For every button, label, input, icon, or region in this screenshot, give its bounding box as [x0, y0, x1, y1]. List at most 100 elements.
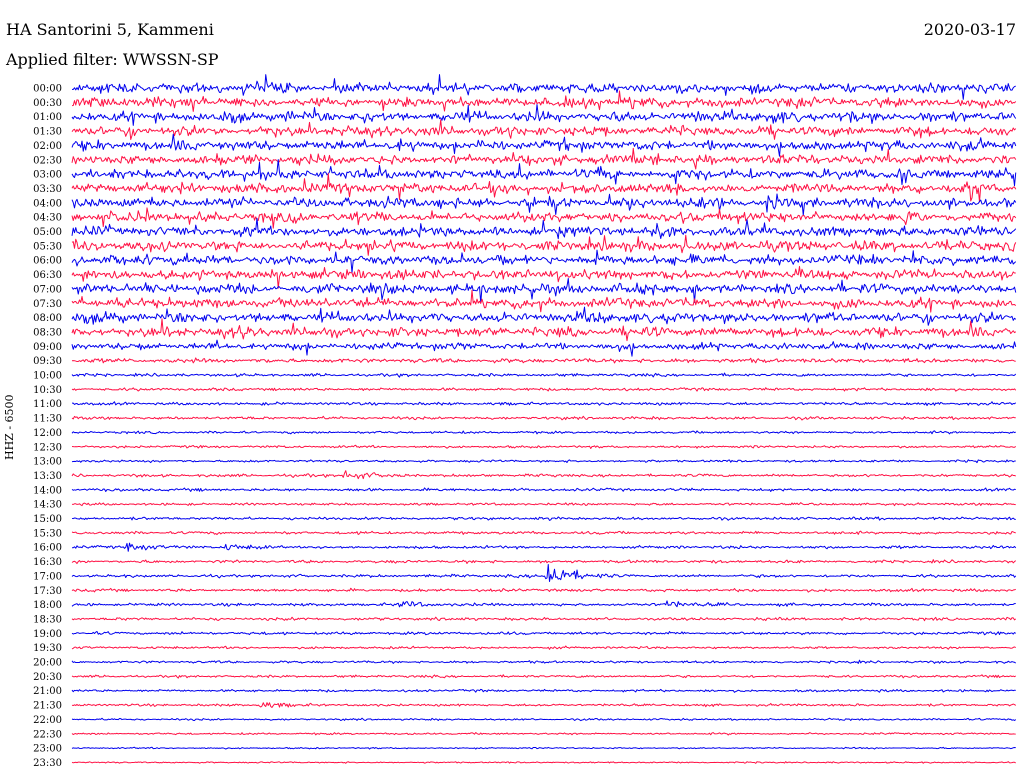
filter-label: Applied filter: WWSSN-SP: [6, 50, 219, 69]
trace-0130: [71, 119, 1017, 140]
trace-1730: [71, 587, 1016, 593]
trace-0530: [71, 234, 1017, 256]
trace-2300: [71, 746, 1016, 750]
time-label-1930: 19:30: [33, 643, 62, 654]
trace-1830: [71, 616, 1017, 622]
time-label-0700: 07:00: [33, 284, 62, 295]
time-label-1230: 12:30: [33, 442, 62, 453]
trace-0200: [71, 133, 1017, 157]
trace-0600: [71, 249, 1017, 274]
trace-1200: [71, 430, 1016, 435]
time-label-2100: 21:00: [33, 686, 62, 697]
time-label-0000: 00:00: [33, 84, 62, 95]
trace-0000: [71, 74, 1016, 100]
trace-2130: [71, 702, 1017, 708]
trace-1600: [71, 542, 1017, 552]
time-label-0300: 03:00: [33, 170, 62, 181]
time-label-2030: 20:30: [33, 672, 62, 683]
helicorder-plot: 00:00 00:30 01:00 01:30 02:00 02:30 03:00 03:30…: [33, 74, 1017, 769]
time-label-2230: 22:30: [33, 729, 62, 740]
trace-1430: [71, 502, 1016, 507]
trace-2100: [71, 688, 1016, 693]
time-labels-layer: 00:00 00:30 01:00 01:30 02:00 02:30 03:00 03:30…: [33, 84, 62, 769]
time-label-1430: 14:30: [33, 500, 62, 511]
trace-2000: [71, 659, 1017, 664]
time-label-2330: 23:30: [33, 758, 62, 769]
time-label-1100: 11:00: [33, 399, 62, 410]
time-label-1030: 10:30: [33, 385, 62, 396]
trace-0830: [71, 318, 1017, 342]
trace-0230: [71, 147, 1017, 170]
time-label-0100: 01:00: [33, 112, 62, 123]
time-label-0230: 02:30: [33, 155, 62, 166]
time-label-0330: 03:30: [33, 184, 62, 195]
trace-0030: [71, 90, 1017, 112]
time-label-2130: 21:30: [33, 701, 62, 712]
trace-0930: [71, 357, 1016, 364]
time-label-2300: 23:00: [33, 744, 62, 755]
time-label-0830: 08:30: [33, 327, 62, 338]
trace-1100: [71, 401, 1017, 407]
time-label-1900: 19:00: [33, 629, 62, 640]
channel-label: HHZ - 6500: [3, 394, 16, 460]
time-label-1400: 14:00: [33, 485, 62, 496]
trace-1130: [71, 415, 1016, 421]
time-label-1500: 15:00: [33, 514, 62, 525]
time-label-0500: 05:00: [33, 227, 62, 238]
trace-2200: [71, 717, 1017, 722]
trace-1230: [71, 444, 1017, 449]
time-label-1330: 13:30: [33, 471, 62, 482]
time-label-0730: 07:30: [33, 299, 62, 310]
time-label-0200: 02:00: [33, 141, 62, 152]
trace-2230: [71, 732, 1016, 736]
time-label-0930: 09:30: [33, 356, 62, 367]
trace-2030: [71, 674, 1016, 679]
time-label-0800: 08:00: [33, 313, 62, 324]
trace-1700: [71, 563, 1017, 582]
trace-0900: [71, 339, 1017, 357]
trace-1300: [71, 459, 1016, 464]
time-label-1600: 16:00: [33, 543, 62, 554]
station-title: HA Santorini 5, Kammeni: [6, 20, 214, 39]
trace-0300: [71, 159, 1017, 187]
traces-layer: [71, 74, 1017, 764]
trace-1400: [71, 487, 1016, 493]
time-label-1130: 11:30: [33, 414, 62, 425]
time-label-0400: 04:00: [33, 198, 62, 209]
trace-1530: [71, 530, 1016, 536]
time-label-0630: 06:30: [33, 270, 62, 281]
time-label-2000: 20:00: [33, 658, 62, 669]
time-label-0530: 05:30: [33, 241, 62, 252]
trace-1900: [71, 630, 1017, 636]
time-label-2200: 22:00: [33, 715, 62, 726]
trace-1330: [71, 470, 1016, 480]
time-label-1800: 18:00: [33, 600, 62, 611]
time-label-1730: 17:30: [33, 586, 62, 597]
time-label-1300: 13:00: [33, 457, 62, 468]
time-label-1200: 12:00: [33, 428, 62, 439]
trace-1800: [71, 600, 1016, 608]
trace-0100: [71, 104, 1017, 126]
record-date: 2020-03-17: [923, 20, 1016, 39]
time-label-0900: 09:00: [33, 342, 62, 353]
time-label-1630: 16:30: [33, 557, 62, 568]
trace-0730: [71, 289, 1017, 313]
time-label-0430: 04:30: [33, 213, 62, 224]
trace-1000: [71, 372, 1017, 378]
time-label-0130: 01:30: [33, 127, 62, 138]
trace-0700: [71, 278, 1017, 304]
time-label-0030: 00:30: [33, 98, 62, 109]
trace-1030: [71, 387, 1017, 392]
trace-0800: [71, 306, 1017, 326]
trace-2330: [71, 761, 1016, 764]
time-label-1530: 15:30: [33, 528, 62, 539]
trace-0500: [71, 217, 1017, 240]
trace-1630: [71, 559, 1017, 565]
time-label-0600: 06:00: [33, 256, 62, 267]
time-label-1830: 18:30: [33, 614, 62, 625]
trace-1500: [71, 516, 1016, 521]
time-label-1700: 17:00: [33, 571, 62, 582]
trace-1930: [71, 645, 1016, 650]
trace-0400: [71, 193, 1017, 216]
time-label-1000: 10:00: [33, 371, 62, 382]
